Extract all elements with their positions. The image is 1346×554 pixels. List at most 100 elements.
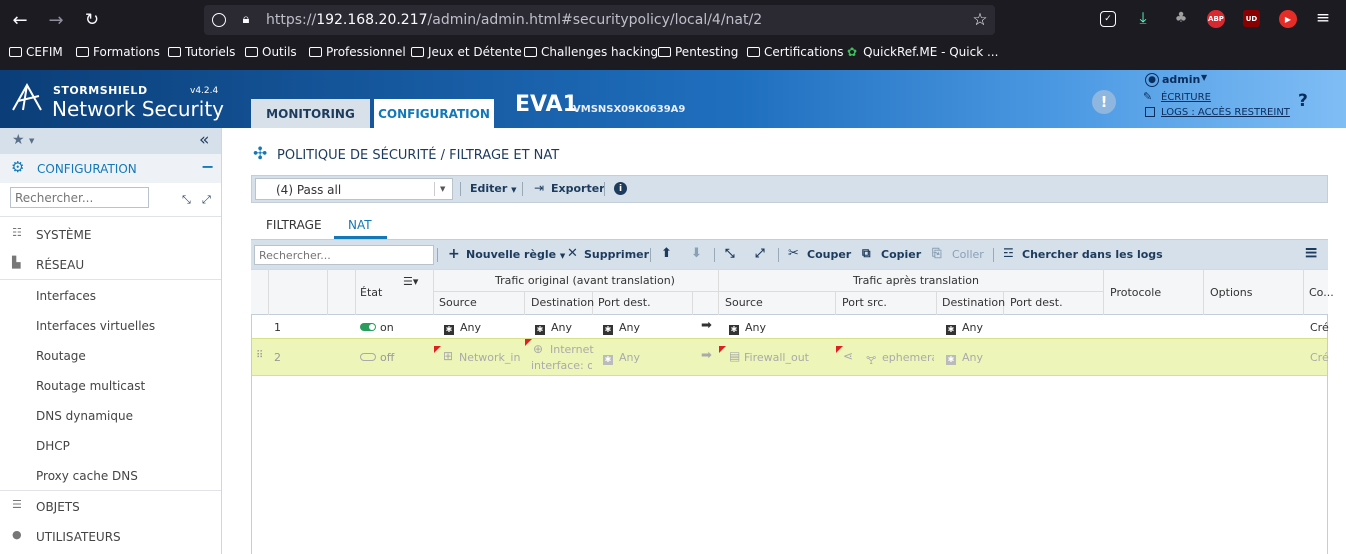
download-icon[interactable]: ⤓ [1134, 8, 1152, 27]
adblock-icon[interactable]: ABP [1207, 10, 1225, 28]
rule-destination[interactable]: Internet [550, 343, 594, 356]
sidebar-item-systeme[interactable]: SYSTÈME [36, 228, 91, 242]
paste-button[interactable]: Coller [952, 248, 984, 261]
forward-icon[interactable]: → [46, 10, 66, 31]
delete-button[interactable]: Supprimer [584, 248, 649, 261]
menu-icon[interactable]: ≡ [1314, 8, 1332, 28]
col-options[interactable]: Options [1210, 286, 1252, 299]
sidebar-item-dhcp[interactable]: DHCP [36, 439, 70, 453]
tab-filtrage[interactable]: FILTRAGE [266, 218, 322, 232]
url-bar[interactable]: 🔒︎ https://192.168.20.217/admin/admin.ht… [204, 5, 995, 35]
sidebar-item-proxy-cache-dns[interactable]: Proxy cache DNS [36, 469, 138, 483]
col-destination-translated[interactable]: Destination [942, 296, 1005, 309]
collapse-section-icon[interactable]: − [201, 157, 214, 176]
tab-nat[interactable]: NAT [348, 218, 372, 232]
sidebar-item-utilisateurs[interactable]: UTILISATEURS [36, 530, 121, 544]
rule-destination-translated[interactable]: ✱ Any [946, 351, 983, 365]
bookmark-item[interactable]: Pentesting [658, 45, 738, 59]
bookmark-item[interactable]: Formations [76, 45, 160, 59]
pocket-icon[interactable]: ✓ [1100, 11, 1116, 27]
col-protocole[interactable]: Protocole [1110, 286, 1161, 299]
cut-button[interactable]: Couper [807, 248, 851, 261]
drag-handle-icon[interactable]: ⠿ [256, 350, 263, 361]
rule-port-src[interactable]: ephemera [882, 351, 934, 364]
collapse-all-icon[interactable]: ⤡ [725, 246, 735, 261]
bookmark-item[interactable]: Professionnel [309, 45, 406, 59]
youtube-icon[interactable]: ▶ [1279, 10, 1297, 28]
col-destination[interactable]: Destination [531, 296, 594, 309]
rule-destination-translated[interactable]: ✱ Any [946, 321, 983, 335]
toggle-on-icon[interactable] [360, 323, 376, 331]
rule-source[interactable]: Network_in [459, 351, 520, 364]
chevron-down-icon[interactable]: ▼ [29, 137, 34, 145]
col-port-dest[interactable]: Port dest. [598, 296, 651, 309]
reload-icon[interactable]: ↻ [82, 10, 102, 30]
table-row[interactable] [252, 316, 1327, 338]
rule-source[interactable]: ✱ Any [444, 321, 481, 335]
rule-state[interactable]: off [380, 351, 394, 364]
fullscreen-icon[interactable]: ⤢ [202, 193, 211, 207]
search-logs-button[interactable]: Chercher dans les logs [1022, 248, 1163, 261]
user-name[interactable]: admin [1162, 73, 1200, 86]
bookmark-item[interactable]: Jeux et Détente [411, 45, 522, 59]
expand-all-icon[interactable]: ⤡ [182, 193, 191, 207]
toggle-off-icon[interactable] [360, 353, 376, 361]
editer-button[interactable]: Editer ▼ [470, 182, 517, 195]
section-configuration[interactable]: ⚙ CONFIGURATION − [0, 154, 221, 183]
sidebar-item-routage-multicast[interactable]: Routage multicast [36, 379, 145, 393]
logs-link[interactable]: LOGS : ACCÈS RESTREINT [1161, 107, 1290, 118]
sidebar-item-dns-dynamique[interactable]: DNS dynamique [36, 409, 133, 423]
col-etat[interactable]: État [360, 286, 382, 299]
alert-icon[interactable]: ! [1092, 90, 1116, 114]
tab-monitoring[interactable]: MONITORING [251, 99, 370, 128]
rule-search-input[interactable] [254, 245, 434, 265]
col-port-dest-translated[interactable]: Port dest. [1010, 296, 1063, 309]
rule-destination-interface[interactable]: interface: ou [531, 359, 592, 372]
bookmark-item[interactable]: ✿ QuickRef.ME - Quick ... [847, 45, 998, 59]
rule-port-dest[interactable]: ✱ Any [603, 351, 640, 365]
col-comment[interactable]: Co... [1309, 286, 1334, 299]
tab-configuration[interactable]: CONFIGURATION [374, 99, 494, 128]
columns-menu-icon[interactable]: ≡ [1304, 243, 1318, 263]
bookmark-item[interactable]: Tutoriels [168, 45, 235, 59]
col-port-src[interactable]: Port src. [842, 296, 887, 309]
new-rule-button[interactable]: Nouvelle règle ▼ [466, 248, 565, 261]
lock-icon[interactable]: 🔒︎ [238, 11, 254, 29]
rule-source-translated[interactable]: Firewall_out [744, 351, 809, 364]
sidebar-item-objets[interactable]: OBJETS [36, 500, 80, 514]
sidebar-item-routage[interactable]: Routage [36, 349, 86, 363]
col-source[interactable]: Source [439, 296, 477, 309]
sidebar-item-reseau[interactable]: RÉSEAU [36, 258, 84, 272]
sort-icon[interactable]: ☰▾ [403, 275, 418, 288]
expand-all-icon[interactable]: ⤢ [755, 246, 765, 261]
bookmark-item[interactable]: CEFIM [9, 45, 63, 59]
ublock-icon[interactable]: UD [1243, 10, 1260, 27]
rule-source-translated[interactable]: ✱ Any [729, 321, 766, 335]
exporter-button[interactable]: Exporter [551, 182, 605, 195]
bookmark-item[interactable]: Certifications [747, 45, 843, 59]
sidebar-search-input[interactable] [10, 187, 149, 208]
bookmark-star-icon[interactable]: ☆ [970, 10, 990, 30]
rule-comment[interactable]: Cré [1310, 321, 1329, 334]
bookmark-item[interactable]: Outils [245, 45, 297, 59]
policy-select[interactable]: (4) Pass all ▼ [255, 178, 453, 200]
help-icon[interactable]: ? [1298, 91, 1308, 111]
collapse-icon[interactable]: « [199, 130, 209, 150]
shield-icon[interactable] [212, 13, 226, 27]
sidebar-item-interfaces[interactable]: Interfaces [36, 289, 96, 303]
move-down-icon[interactable]: ⬇ [691, 246, 702, 261]
back-icon[interactable]: ← [10, 10, 30, 31]
chevron-down-icon[interactable]: ▼ [1201, 73, 1207, 82]
rule-port-dest[interactable]: ✱ Any [603, 321, 640, 335]
rule-comment[interactable]: Cré [1310, 351, 1329, 364]
info-icon[interactable]: i [614, 182, 627, 195]
move-up-icon[interactable]: ⬆ [661, 246, 672, 261]
rule-destination[interactable]: ✱ Any [535, 321, 572, 335]
copy-button[interactable]: Copier [881, 248, 921, 261]
rule-state[interactable]: on [380, 321, 394, 334]
extension-icon[interactable]: ♣ [1172, 9, 1190, 27]
sidebar-item-interfaces-virtuelles[interactable]: Interfaces virtuelles [36, 319, 155, 333]
col-source-translated[interactable]: Source [725, 296, 763, 309]
bookmark-item[interactable]: Challenges hacking [524, 45, 658, 59]
star-icon[interactable]: ★ [12, 132, 25, 148]
